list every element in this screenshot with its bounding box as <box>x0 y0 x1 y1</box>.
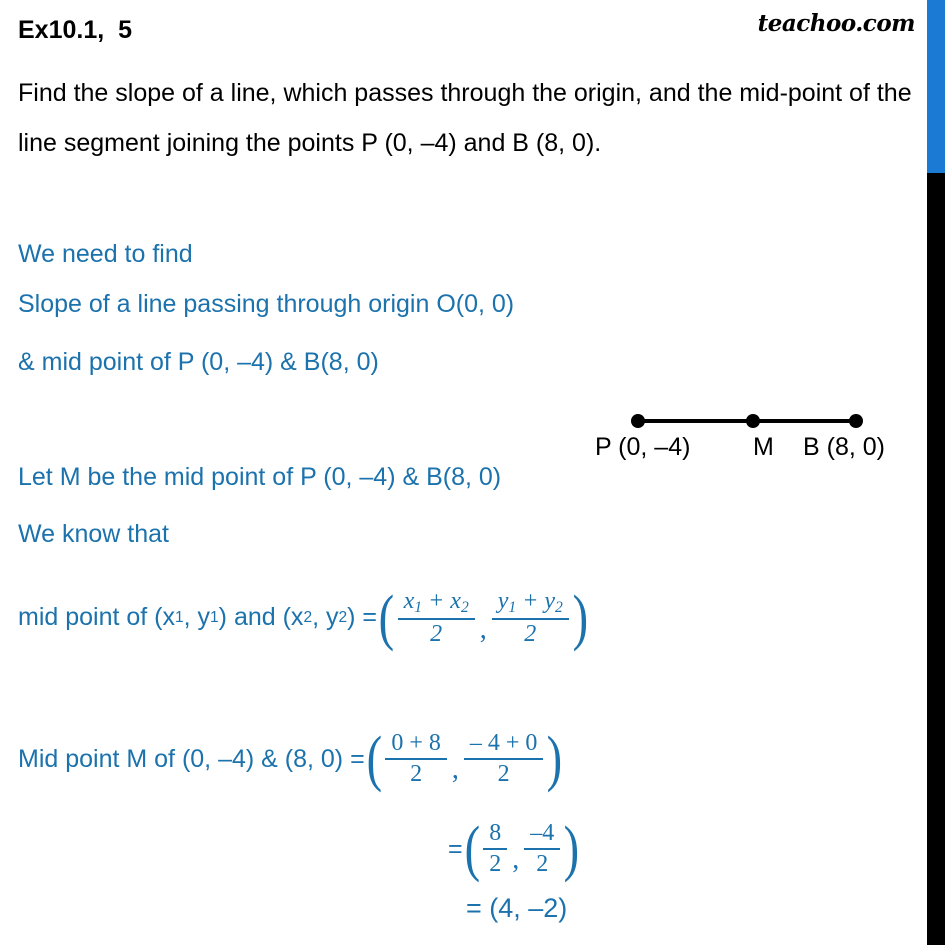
midpoint-formula-expression: mid point of (x 1, y 1) and (x 2, y 2) = ( x… <box>18 583 590 652</box>
formula-fraction-y-numerator: y1 + y2 <box>492 588 569 618</box>
question-text: Find the slope of a line, which passes t… <box>18 79 912 157</box>
we-know-that-label: We know that <box>18 520 170 548</box>
point-m-dot <box>746 414 760 428</box>
worksheet-page: Ex10.1, 5 teachoo.com Find the slope of … <box>0 0 945 945</box>
right-edge-black-bar <box>927 173 945 945</box>
point-b-dot <box>849 414 863 428</box>
eq1-fraction-y-denominator: 2 <box>524 848 561 878</box>
midpoint-substitution-expression: Mid point M of (0, –4) & (8, 0) = ( 0 + … <box>18 724 564 793</box>
frac-x1-sub: 1 <box>414 598 423 616</box>
formula-sub-x2: 2 <box>303 608 313 626</box>
exercise-title: Ex10.1, 5 <box>18 16 132 44</box>
point-b-label: B (8, 0) <box>803 433 885 461</box>
equation-simplified-fractions: = ( 8 2 , –4 2 ) <box>448 814 581 883</box>
formula-sub-y1: 1 <box>210 608 219 626</box>
eq1-fraction-x: 8 2 <box>483 820 508 878</box>
formula-fraction-x-denominator: 2 <box>397 617 475 648</box>
equation-final-result: = (4, –2) <box>466 893 567 924</box>
eq1-fraction-x-numerator: 8 <box>489 820 502 846</box>
frac-y2-sub: 2 <box>555 598 563 616</box>
formula-mid1: , y <box>183 603 211 632</box>
point-p-label: P (0, –4) <box>595 433 691 461</box>
midm-fraction-y-numerator: – 4 + 0 <box>469 730 538 756</box>
formula-mid3: , y <box>312 603 339 632</box>
formula-fraction-y-denominator: 2 <box>491 617 569 648</box>
frac-x2-sub: 2 <box>460 598 469 616</box>
formula-fraction-x: x1 + x2 2 <box>397 588 475 648</box>
eq1-paren-close: ) <box>563 814 580 883</box>
midm-paren-open: ( <box>366 724 382 793</box>
formula-suffix: ) = <box>347 603 377 632</box>
right-edge-blue-bar <box>927 0 945 173</box>
teachoo-logo: teachoo.com <box>757 10 916 37</box>
formula-paren-close: ) <box>572 583 588 652</box>
midm-fraction-x-numerator: 0 + 8 <box>391 730 441 756</box>
formula-paren-open: ( <box>378 583 395 652</box>
frac-x1: x <box>403 588 415 614</box>
formula-mid2: ) and (x <box>218 603 304 632</box>
formula-comma: , <box>479 613 487 645</box>
frac-y2: y <box>544 588 556 614</box>
eq1-fraction-x-denominator: 2 <box>483 848 508 878</box>
formula-fraction-x-numerator: x1 + x2 <box>398 588 475 618</box>
equation-final-result-text: = (4, –2) <box>466 893 568 923</box>
let-m-line: Let M be the mid point of P (0, –4) & B(… <box>18 463 502 491</box>
midm-fraction-x: 0 + 8 2 <box>385 730 447 788</box>
formula-sub-y2: 2 <box>338 608 348 626</box>
frac-y-plus: + <box>516 588 545 614</box>
midpoint-formula-line: mid point of (x 1, y 1) and (x 2, y 2) = ( x… <box>18 583 590 652</box>
midpoint-requirement-line: & mid point of P (0, –4) & B(8, 0) <box>18 348 379 376</box>
midm-paren-close: ) <box>547 724 563 793</box>
formula-sub-x1: 1 <box>175 608 184 626</box>
slope-requirement-line: Slope of a line passing through origin O… <box>18 290 515 318</box>
frac-y1: y <box>497 588 509 614</box>
segment-diagram: P (0, –4) M B (8, 0) <box>595 405 930 465</box>
midm-fraction-y: – 4 + 0 2 <box>463 730 544 788</box>
midm-prefix: Mid point M of (0, –4) & (8, 0) = <box>18 744 365 773</box>
eq1-fraction-y: –4 2 <box>524 820 561 878</box>
equation-simplified-expression: = ( 8 2 , –4 2 ) <box>448 814 581 883</box>
formula-fraction-y: y1 + y2 2 <box>491 588 569 648</box>
midm-fraction-x-denominator: 2 <box>385 758 447 788</box>
frac-x-plus: + <box>422 588 451 614</box>
eq1-paren-open: ( <box>464 814 480 883</box>
point-p-dot <box>631 414 645 428</box>
frac-x2: x <box>450 588 461 614</box>
we-need-to-find-label: We need to find <box>18 240 193 268</box>
midpoint-substitution-line: Mid point M of (0, –4) & (8, 0) = ( 0 + … <box>18 724 564 793</box>
eq1-comma: , <box>512 844 520 875</box>
eq1-prefix: = <box>448 834 463 863</box>
midm-fraction-y-denominator: 2 <box>463 758 544 788</box>
formula-prefix: mid point of (x <box>18 603 176 632</box>
midm-comma: , <box>451 754 459 785</box>
eq1-fraction-y-numerator: –4 <box>530 820 555 846</box>
point-m-label: M <box>753 433 774 461</box>
